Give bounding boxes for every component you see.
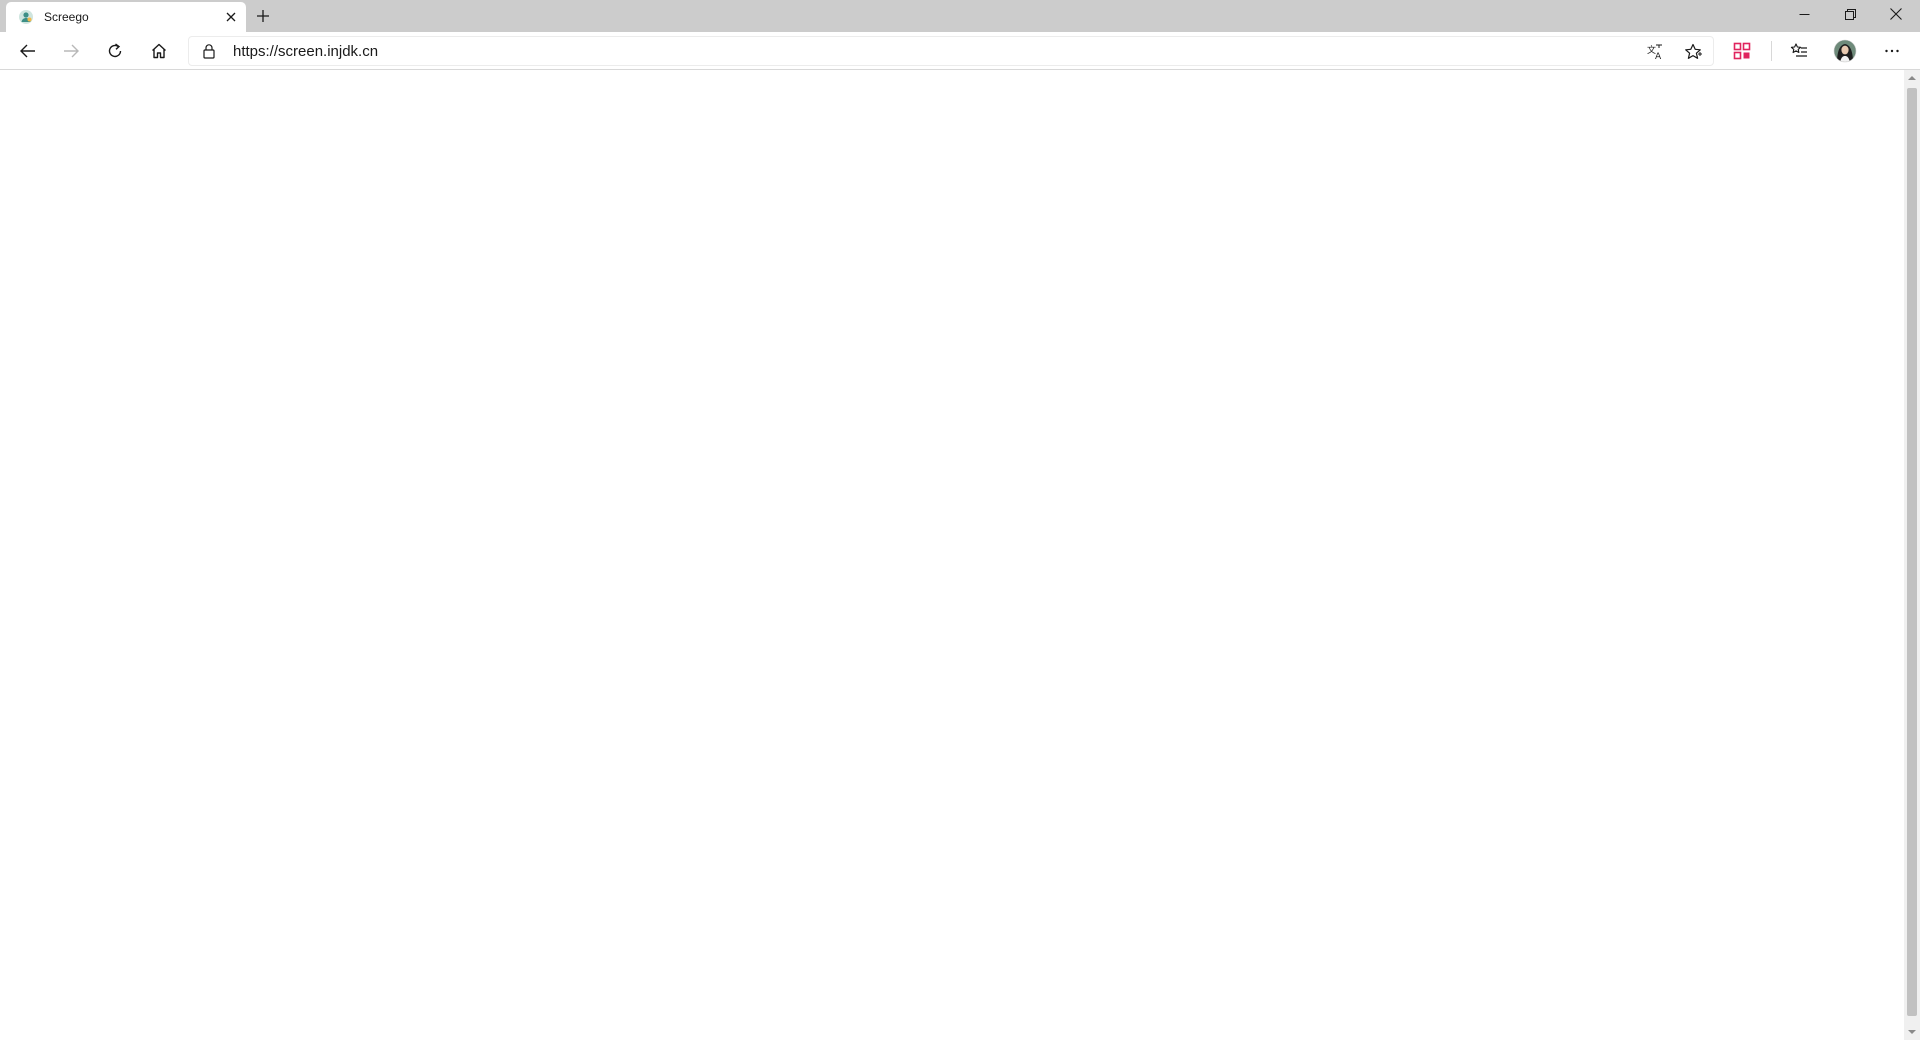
scroll-down-arrow-icon[interactable]: [1904, 1024, 1920, 1040]
collections-icon[interactable]: [1726, 35, 1758, 67]
restore-icon[interactable]: [1827, 0, 1873, 28]
new-tab-plus-icon[interactable]: [252, 5, 274, 27]
more-dots-icon[interactable]: [1876, 35, 1908, 67]
refresh-icon[interactable]: [99, 35, 131, 67]
favorites-list-icon[interactable]: [1783, 35, 1815, 67]
page-content: [0, 70, 1904, 1040]
translate-icon[interactable]: 文 A: [1645, 42, 1665, 62]
address-bar[interactable]: https://screen.injdk.cn 文 A: [188, 36, 1714, 66]
avatar[interactable]: [1829, 35, 1861, 67]
scrollbar-thumb[interactable]: [1907, 88, 1917, 1016]
scroll-up-arrow-icon[interactable]: [1904, 70, 1920, 86]
svg-text:A: A: [1655, 52, 1662, 62]
tab-screego[interactable]: Screego: [6, 2, 246, 32]
back-arrow-icon[interactable]: [12, 35, 44, 67]
forward-arrow-icon[interactable]: [55, 35, 87, 67]
vertical-scrollbar[interactable]: [1904, 70, 1920, 1040]
url-text[interactable]: https://screen.injdk.cn: [233, 43, 378, 61]
tab-strip: Screego: [0, 0, 1920, 32]
browser-toolbar: https://screen.injdk.cn 文 A: [0, 32, 1920, 70]
tab-close-icon[interactable]: [222, 8, 240, 26]
screego-favicon-icon: [18, 9, 34, 25]
home-icon[interactable]: [143, 35, 175, 67]
minimize-icon[interactable]: [1781, 0, 1827, 28]
toolbar-divider: [1771, 41, 1772, 61]
window-close-icon[interactable]: [1873, 0, 1919, 28]
browser-window: Screego https://screen.injdk.cn 文 A: [0, 0, 1920, 1040]
star-icon[interactable]: [1683, 42, 1703, 62]
tab-title: Screego: [44, 10, 89, 24]
lock-icon[interactable]: [201, 43, 217, 59]
